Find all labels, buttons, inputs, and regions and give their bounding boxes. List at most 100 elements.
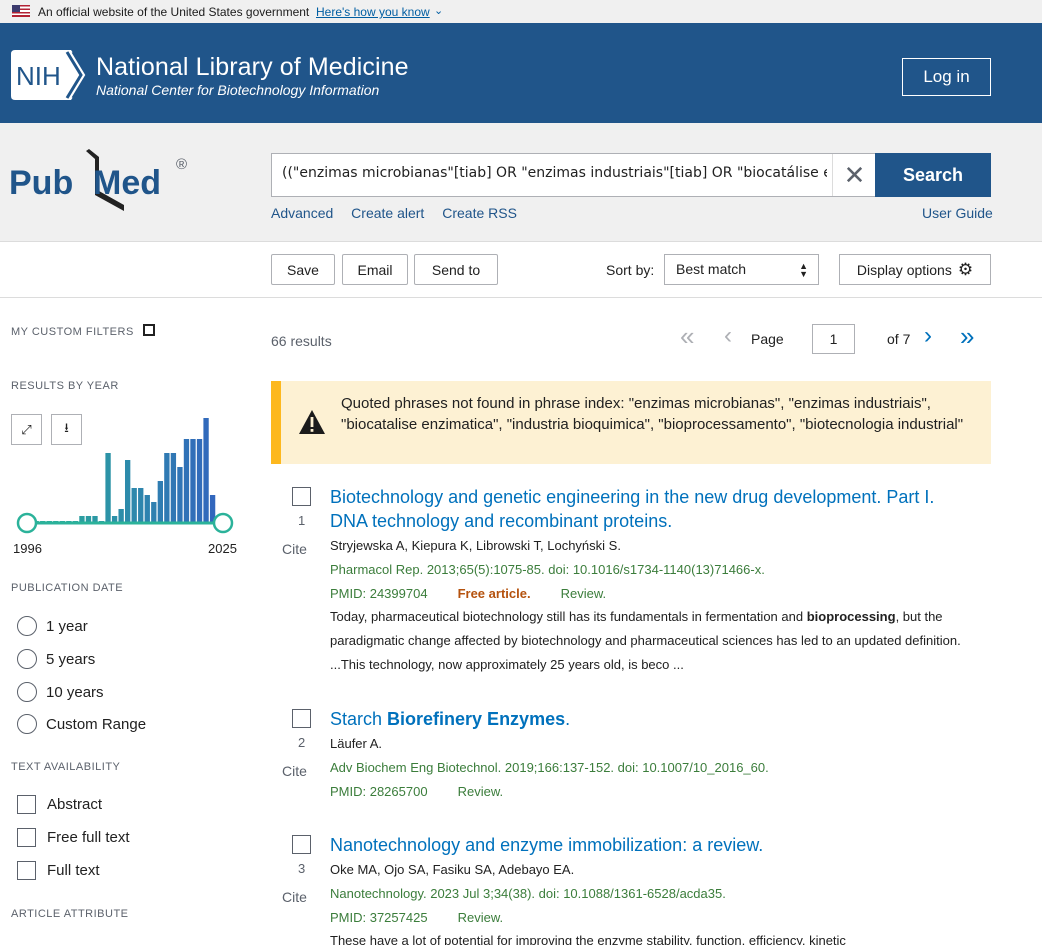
nih-logo[interactable]: NIH <box>11 50 88 100</box>
send-to-button[interactable]: Send to <box>414 254 498 285</box>
svg-text:NIH: NIH <box>16 61 61 91</box>
result-number: 3 <box>298 861 306 876</box>
article-attribute-heading: ARTICLE ATTRIBUTE <box>11 908 129 920</box>
last-page-icon[interactable]: » <box>960 321 974 351</box>
page-number-input[interactable]: 1 <box>812 324 855 354</box>
result-snippet: Today, pharmaceutical biotechnology stil… <box>330 609 961 672</box>
search-region: Pub Med ® (("enzimas microbianas"[tiab] … <box>0 123 1042 242</box>
year-bar[interactable] <box>164 453 170 523</box>
result-number: 1 <box>298 513 306 528</box>
gov-banner: An official website of the United States… <box>0 0 1042 23</box>
result-authors: Oke MA, Ojo SA, Fasiku SA, Adebayo EA. <box>330 862 575 877</box>
range-start-handle[interactable] <box>16 512 38 534</box>
result-checkbox[interactable] <box>292 487 311 506</box>
range-end-handle[interactable] <box>212 512 234 534</box>
results-count: 66 results <box>271 333 332 349</box>
create-alert-link[interactable]: Create alert <box>351 205 424 221</box>
year-bar[interactable] <box>138 488 144 523</box>
filter-abstract[interactable]: Abstract <box>17 795 102 814</box>
result-checkbox[interactable] <box>292 835 311 854</box>
sort-arrows-icon: ▲ ▼ <box>799 261 808 279</box>
year-bar[interactable] <box>203 418 209 523</box>
year-bar[interactable] <box>157 481 163 523</box>
cite-button[interactable]: Cite <box>282 889 307 905</box>
result-checkbox[interactable] <box>292 709 311 728</box>
result-title-link[interactable]: Biotechnology and genetic engineering in… <box>330 485 970 533</box>
date-option-1-year[interactable]: 1 year <box>17 616 88 636</box>
result-pmid: PMID: 28265700 <box>330 784 428 799</box>
result-pmid: PMID: 24399704 <box>330 586 428 601</box>
year-bar[interactable] <box>170 453 177 523</box>
review-badge: Review. <box>457 784 504 799</box>
radio-button[interactable] <box>17 616 37 636</box>
advanced-link[interactable]: Advanced <box>271 205 333 221</box>
clear-search-icon[interactable]: ✕ <box>832 154 876 196</box>
result-citation: Pharmacol Rep. 2013;65(5):1075-85. doi: … <box>330 562 765 577</box>
search-links: Advanced Create alert Create RSS <box>271 205 531 221</box>
page-label: Page <box>751 331 784 347</box>
cite-button[interactable]: Cite <box>282 763 307 779</box>
year-bar[interactable] <box>105 453 111 523</box>
result-number: 2 <box>298 735 306 750</box>
checkbox[interactable] <box>17 861 36 880</box>
sort-label: Sort by: <box>606 262 655 278</box>
alert-message: Quoted phrases not found in phrase index… <box>341 395 964 433</box>
pubmed-logo[interactable]: Pub Med ® <box>9 147 194 213</box>
year-bar[interactable] <box>131 488 137 523</box>
user-guide-link[interactable]: User Guide <box>922 205 993 221</box>
results-toolbar: Save Email Send to Sort by: Best match ▲… <box>0 242 1042 298</box>
next-page-icon[interactable]: › <box>924 322 932 352</box>
svg-text:Med: Med <box>93 164 161 202</box>
year-bar[interactable] <box>196 439 203 523</box>
custom-filters-heading[interactable]: MY CUSTOM FILTERS <box>11 326 134 338</box>
sort-select[interactable]: Best match ▲ ▼ <box>664 254 819 285</box>
radio-button[interactable] <box>17 649 37 669</box>
year-bar[interactable] <box>190 439 196 523</box>
result-title-link[interactable]: Starch Biorefinery Enzymes. <box>330 707 970 731</box>
display-options-button[interactable]: Display options ⚙ <box>839 254 991 285</box>
results-by-year-chart[interactable] <box>11 414 239 544</box>
chevron-down-icon[interactable]: ⌄ <box>434 4 443 17</box>
result-pmid-line: PMID: 28265700 Review. <box>330 784 503 799</box>
year-bar[interactable] <box>118 509 124 523</box>
search-input[interactable]: (("enzimas microbianas"[tiab] OR "enzima… <box>282 165 827 187</box>
text-availability-heading: TEXT AVAILABILITY <box>11 761 121 773</box>
radio-button[interactable] <box>17 714 37 734</box>
save-button[interactable]: Save <box>271 254 335 285</box>
year-bar[interactable] <box>151 502 157 523</box>
heres-how-you-know-link[interactable]: Here's how you know <box>316 5 430 19</box>
result-citation: Adv Biochem Eng Biotechnol. 2019;166:137… <box>330 760 769 775</box>
display-options-label: Display options <box>856 261 952 278</box>
filter-free-full-text[interactable]: Free full text <box>17 828 130 847</box>
result-citation: Nanotechnology. 2023 Jul 3;34(38). doi: … <box>330 886 726 901</box>
search-button[interactable]: Search <box>875 153 991 197</box>
warning-icon <box>299 410 325 434</box>
nlm-title[interactable]: National Library of Medicine <box>96 53 409 82</box>
year-end-label: 2025 <box>208 541 237 556</box>
gear-icon: ⚙ <box>957 259 974 279</box>
create-rss-link[interactable]: Create RSS <box>442 205 517 221</box>
results-by-year-heading: RESULTS BY YEAR <box>11 380 119 392</box>
nih-header: NIH National Library of Medicine Nationa… <box>0 23 1042 123</box>
year-bar[interactable] <box>183 439 190 523</box>
result-title-link[interactable]: Nanotechnology and enzyme immobilization… <box>330 833 970 857</box>
year-bar[interactable] <box>177 467 183 523</box>
year-bar[interactable] <box>144 495 150 523</box>
date-option-custom-range[interactable]: Custom Range <box>17 714 146 734</box>
login-button[interactable]: Log in <box>902 58 991 96</box>
first-page-icon: « <box>680 321 695 351</box>
email-button[interactable]: Email <box>342 254 408 285</box>
filter-full-text[interactable]: Full text <box>17 861 100 880</box>
date-option-5-years[interactable]: 5 years <box>17 649 95 669</box>
result-authors: Stryjewska A, Kiepura K, Librowski T, Lo… <box>330 538 621 553</box>
result-authors: Läufer A. <box>330 736 383 751</box>
checkbox[interactable] <box>17 828 36 847</box>
prev-page-icon: ‹ <box>724 322 732 349</box>
checkbox[interactable] <box>17 795 36 814</box>
cite-button[interactable]: Cite <box>282 541 307 557</box>
radio-button[interactable] <box>17 682 37 702</box>
year-bar[interactable] <box>125 460 131 523</box>
external-link-icon[interactable] <box>143 324 155 336</box>
date-option-10-years[interactable]: 10 years <box>17 682 104 702</box>
sort-value: Best match <box>676 261 747 277</box>
